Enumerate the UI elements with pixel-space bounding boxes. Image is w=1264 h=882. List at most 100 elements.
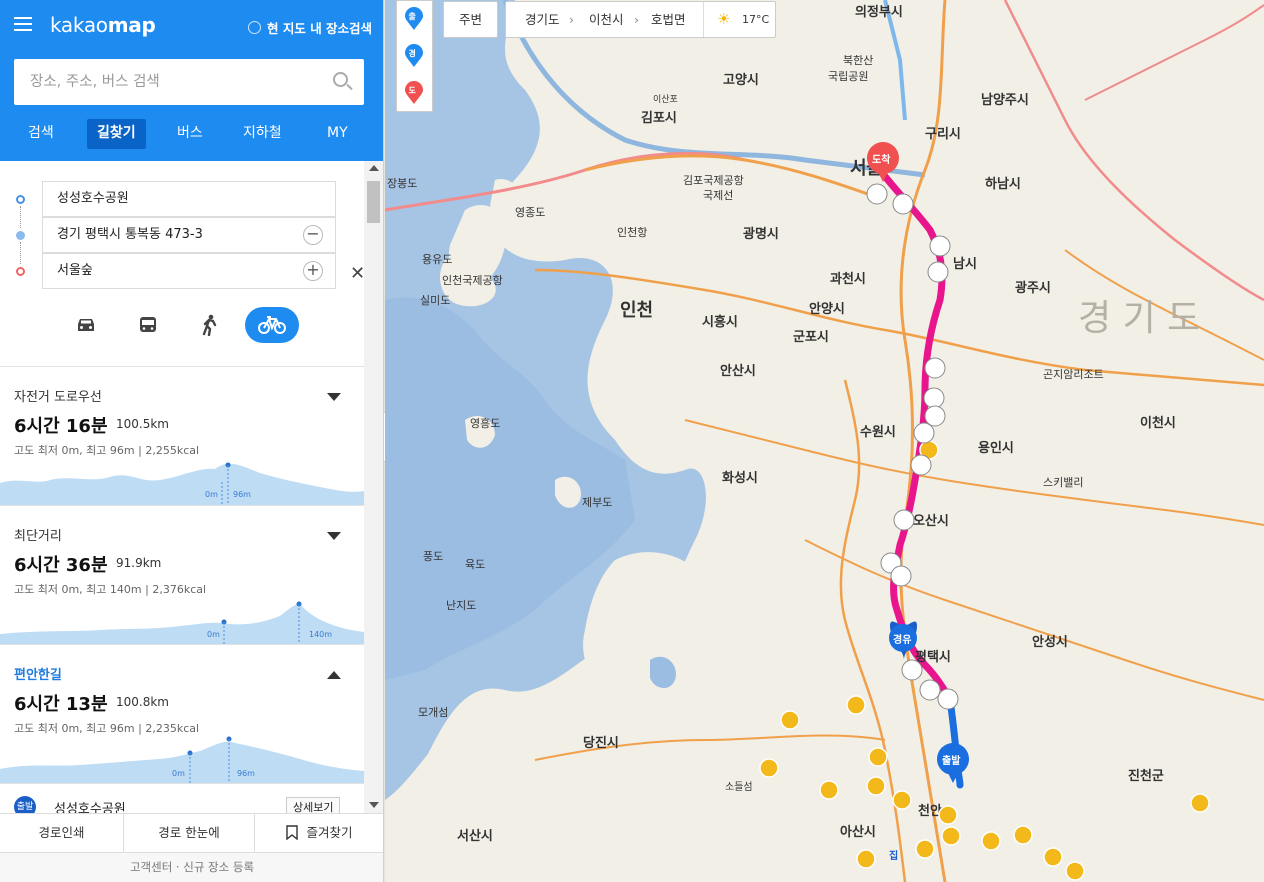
elevation-chart: 0m 96m — [0, 462, 364, 505]
map-label: 국립공원 — [828, 70, 868, 83]
breadcrumb-city[interactable]: 이천시 — [589, 2, 624, 37]
chevron-right-icon: › — [569, 12, 574, 27]
map-label: 북한산 — [843, 54, 873, 67]
route-overview-button[interactable]: 경로 한눈에 — [124, 814, 254, 852]
map-label: 용인시 — [978, 440, 1014, 456]
nearby-button[interactable]: 주변 — [443, 1, 498, 38]
breadcrumb-district[interactable]: 호법면 — [651, 2, 686, 37]
map-label: 모개섬 — [418, 706, 448, 719]
map-label: 안산시 — [720, 363, 756, 379]
car-icon[interactable] — [59, 307, 113, 343]
map-label: 천안 — [918, 803, 942, 819]
walk-icon[interactable] — [183, 307, 237, 343]
top-bar: kakaomap 현 지도 내 장소검색 검색 길찾기 버스 지하철 MY — [0, 0, 383, 161]
bike-icon[interactable] — [245, 307, 299, 343]
map-label: 진천군 — [1128, 768, 1164, 784]
favorite-label: 즐겨찾기 — [306, 825, 353, 840]
map-label: 광명시 — [743, 226, 779, 242]
panel-scrollbar[interactable] — [364, 161, 383, 816]
route-pin-bar: 출 경 도 — [396, 0, 433, 112]
map-label: 아산시 — [840, 824, 876, 840]
chevron-down-icon[interactable] — [327, 532, 341, 540]
origin-field[interactable]: 성성호수공원 — [42, 181, 336, 217]
chevron-right-icon: › — [634, 12, 639, 27]
map-label: 이천시 — [1140, 415, 1176, 431]
map-label: 수원시 — [860, 425, 896, 440]
elevation-chart: 0m 140m — [0, 601, 364, 644]
map-label: 집 — [889, 850, 898, 862]
route-option-card-selected[interactable]: 편안한길 6시간 13분 100.8km 고도 최저 0m, 최고 96m | … — [0, 645, 364, 783]
start-pin-icon[interactable]: 출 — [404, 7, 424, 31]
sun-icon: ☀ — [717, 10, 731, 28]
map-label: 인천항 — [617, 225, 647, 239]
map-label: 육도 — [465, 558, 485, 571]
breadcrumb-province[interactable]: 경기도 — [525, 2, 560, 37]
map-label: 이산포 — [653, 94, 678, 105]
search-box — [14, 59, 364, 105]
route-time: 6시간 16분 — [14, 416, 108, 437]
tab-search[interactable]: 검색 — [28, 119, 54, 149]
end-pin-label: 도 — [409, 86, 417, 95]
print-route-button[interactable]: 경로인쇄 — [0, 814, 123, 852]
bus-icon[interactable] — [121, 307, 175, 343]
map-label: 남양주시 — [981, 92, 1029, 108]
route-connector — [20, 242, 21, 264]
elevation-max-label: 96m — [233, 490, 251, 499]
arrive-label: 도착 — [872, 153, 891, 166]
elevation-chart: 0m 96m — [0, 736, 364, 783]
tab-my[interactable]: MY — [327, 119, 348, 149]
tab-directions[interactable]: 길찾기 — [87, 119, 146, 149]
elevation-max-label: 96m — [237, 769, 255, 778]
chevron-up-icon[interactable] — [327, 671, 341, 679]
kakaomap-logo[interactable]: kakaomap — [50, 13, 156, 37]
elevation-max-label: 140m — [309, 630, 332, 639]
map-label-region: 경 기 도 — [1078, 298, 1200, 339]
elevation-min-label: 0m — [205, 490, 218, 499]
map-label: 오산시 — [913, 513, 949, 529]
map-label: 국제선 — [703, 189, 733, 202]
divider — [0, 783, 364, 784]
route-option-title: 편안한길 — [14, 668, 62, 683]
route-option-card[interactable]: 자전거 도로우선 6시간 16분 100.5km 고도 최저 0m, 최고 96… — [0, 367, 364, 505]
map-canvas[interactable]: 경 기 도 의정부시 고양시 북한산 국립공원 남양주시 김포시 이산포 구리시… — [385, 0, 1264, 882]
map-label: 구리시 — [925, 126, 961, 142]
chevron-down-icon[interactable] — [327, 393, 341, 401]
bookmark-icon — [286, 825, 299, 841]
waypoint-text: 경기 평택시 통복동 473-3 — [57, 227, 203, 242]
favorite-button[interactable]: 즐겨찾기 — [255, 814, 383, 852]
map-label: 김포시 — [641, 111, 677, 126]
tab-bus[interactable]: 버스 — [177, 119, 203, 149]
map-label: 풍도 — [423, 550, 443, 563]
map-label: 곤지암리조트 — [1043, 368, 1104, 381]
search-icon[interactable] — [333, 72, 348, 87]
route-option-card[interactable]: 최단거리 6시간 36분 91.9km 고도 최저 0m, 최고 140m | … — [0, 506, 364, 644]
via-pin-icon[interactable]: 경 — [404, 44, 424, 68]
remove-waypoint-button[interactable]: − — [303, 225, 323, 245]
menu-icon[interactable] — [14, 17, 32, 31]
map-label: 남시 — [953, 256, 977, 272]
transport-modes — [0, 307, 383, 347]
map-label: 고양시 — [723, 73, 759, 88]
weather-temperature: 17°C — [742, 13, 770, 26]
add-waypoint-button[interactable]: + — [303, 261, 323, 281]
close-icon[interactable]: ✕ — [350, 263, 365, 284]
map-only-search-label[interactable]: 현 지도 내 장소검색 — [267, 18, 372, 37]
scroll-down-icon[interactable] — [369, 802, 379, 808]
footer-links[interactable]: 고객센터 · 신규 장소 등록 — [0, 853, 383, 882]
map-label: 실미도 — [420, 294, 450, 307]
map-label: 광주시 — [1015, 281, 1051, 296]
map-label: 영흥도 — [470, 416, 500, 430]
search-input[interactable] — [14, 59, 314, 105]
map-label: 의정부시 — [855, 4, 903, 20]
end-pin-icon[interactable]: 도 — [404, 81, 424, 105]
map-label: 시흥시 — [702, 314, 738, 330]
destination-field[interactable]: 서울숲 + — [42, 253, 336, 289]
tab-subway[interactable]: 지하철 — [243, 119, 282, 149]
waypoint-field[interactable]: 경기 평택시 통복동 473-3 − — [42, 217, 336, 253]
destination-dot — [16, 267, 25, 276]
scroll-thumb[interactable] — [367, 181, 380, 223]
scroll-up-icon[interactable] — [369, 165, 379, 171]
map-label: 하남시 — [985, 176, 1021, 192]
main-tabs: 검색 길찾기 버스 지하철 MY — [0, 119, 383, 149]
map-only-search-radio[interactable] — [248, 21, 261, 34]
